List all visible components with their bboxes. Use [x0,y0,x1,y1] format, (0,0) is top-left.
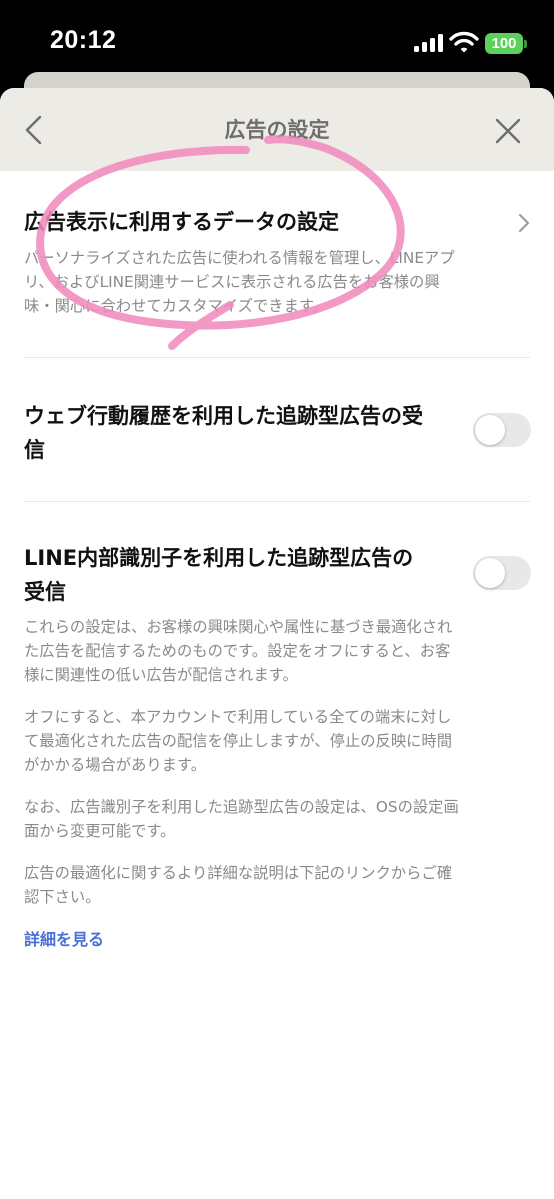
chevron-right-icon[interactable] [517,213,531,233]
toggle-knob [475,558,505,588]
explanation-paragraph: オフにすると、本アカウントで利用している全ての端末に対し て最適化された広告の配… [24,705,530,777]
paragraph-line: 様に関連性の低い広告が配信されます。 [24,666,298,684]
paragraph-line: 認下さい。 [24,888,101,906]
line-id-tracking-ads-title: LINE内部識別子を利用した追跡型広告の 受信 [24,541,413,609]
toggle-knob [475,415,505,445]
description-line: 味・関心に合わせてカスタマイズできます。 [24,297,328,315]
battery-icon: 100 [485,33,523,54]
title-line: ウェブ行動履歴を利用した追跡型広告の受 [24,404,423,428]
paragraph-line: 広告の最適化に関するより詳細な説明は下記のリンクからご確 [24,864,453,882]
paragraph-line: オフにすると、本アカウントで利用している全ての端末に対し [24,708,452,726]
web-tracking-ads-toggle[interactable] [473,413,531,447]
description-line: リ、およびLINE関連サービスに表示される広告をお客様の興 [24,273,440,291]
paragraph-line: た広告を配信するためのものです。設定をオフにすると、お客 [24,642,451,660]
wifi-icon [449,31,479,53]
status-bar: 20:12 100 [0,0,554,80]
battery-cap [524,40,527,48]
description-line: パーソナライズされた広告に使われる情報を管理し、LINEアプ [24,249,455,267]
title-line: 信 [24,438,45,462]
web-tracking-ads-title: ウェブ行動履歴を利用した追跡型広告の受 信 [24,399,423,467]
nav-bar: 広告の設定 [0,88,554,171]
explanation-paragraph: なお、広告識別子を利用した追跡型広告の設定は、OSの設定画 面から変更可能です。 [24,795,530,843]
explanation-paragraph: これらの設定は、お客様の興味関心や属性に基づき最適化され た広告を配信するための… [24,615,530,687]
paragraph-line: 面から変更可能です。 [24,822,176,840]
ad-settings-sheet: 広告の設定 広告表示に利用するデータの設定 パーソナライズされた広告に使われる情… [0,88,554,1199]
divider [24,501,530,502]
ad-data-setting-description: パーソナライズされた広告に使われる情報を管理し、LINEアプ リ、およびLINE… [24,246,530,318]
paragraph-line: て最適化された広告の配信を停止しますが、停止の反映に時間 [24,732,453,750]
line-id-tracking-ads-toggle[interactable] [473,556,531,590]
cellular-signal-icon [414,34,444,52]
status-time: 20:12 [50,26,117,54]
paragraph-line: なお、広告識別子を利用した追跡型広告の設定は、OSの設定画 [24,798,459,816]
see-details-link[interactable]: 詳細を見る [24,926,104,950]
title-line: 受信 [24,580,66,604]
title-line: LINE内部識別子を利用した追跡型広告の [24,546,414,570]
explanation-paragraph: 広告の最適化に関するより詳細な説明は下記のリンクからご確 認下さい。 [24,861,530,909]
close-icon[interactable] [493,116,523,146]
paragraph-line: がかかる場合があります。 [24,756,207,774]
paragraph-line: これらの設定は、お客様の興味関心や属性に基づき最適化され [24,618,453,636]
page-title: 広告の設定 [224,118,330,142]
ad-data-setting-title[interactable]: 広告表示に利用するデータの設定 [24,205,339,239]
settings-explanation: これらの設定は、お客様の興味関心や属性に基づき最適化され た広告を配信するための… [24,615,530,909]
divider [24,357,530,358]
